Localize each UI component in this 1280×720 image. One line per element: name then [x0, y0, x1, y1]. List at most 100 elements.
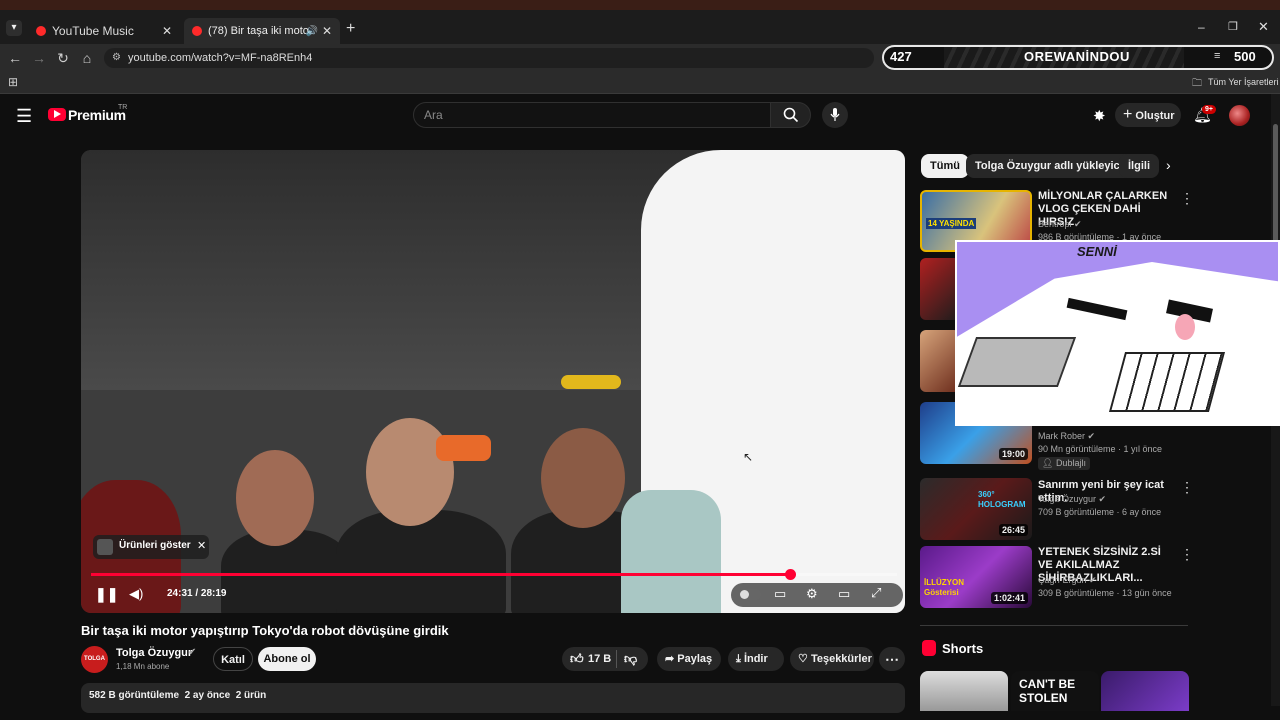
more-options-icon[interactable]: ⋮	[1180, 479, 1194, 496]
short-thumbnail[interactable]	[920, 671, 1008, 711]
recommendation-channel[interactable]: Mark Rober ✔	[1038, 431, 1095, 442]
show-products-chip[interactable]: Ürünleri göster ✕	[93, 535, 209, 559]
volume-icon[interactable]: ◀)	[129, 586, 143, 602]
recommendation-thumbnail[interactable]	[920, 258, 960, 320]
recommendation-meta: 709 B görüntüleme · 6 ay önce	[1038, 507, 1162, 517]
duration-badge: 26:45	[998, 524, 1028, 536]
autoplay-toggle[interactable]	[739, 589, 761, 600]
home-icon[interactable]: ⌂	[79, 50, 95, 66]
video-player[interactable]: Ürünleri göster ✕ ❚❚ ◀) 24:31 / 28:19 ▭ …	[81, 150, 905, 613]
gemini-sparkle-icon[interactable]: ✸	[1093, 107, 1106, 125]
tab-search-button[interactable]: ▾	[6, 20, 22, 36]
restore-button[interactable]: ❐	[1228, 20, 1238, 33]
chip-all[interactable]: Tümü	[921, 154, 969, 178]
window-close-button[interactable]: ✕	[1258, 19, 1269, 35]
subtitles-icon[interactable]: ▭	[774, 586, 786, 602]
mouse-cursor-icon: ↖	[743, 450, 754, 464]
divider	[920, 625, 1188, 626]
back-icon[interactable]: ←	[7, 50, 23, 66]
channel-avatar[interactable]: TOLGA	[81, 646, 108, 673]
short-thumbnail[interactable]	[1101, 671, 1189, 711]
cat-mousepad	[957, 337, 1077, 387]
recommendation-channel[interactable]: Bentropi ✔	[1038, 219, 1082, 230]
subscribe-button[interactable]: Abone ol	[258, 647, 316, 671]
pause-icon[interactable]: ❚❚	[95, 586, 118, 603]
thumbnail-text: 14 YAŞINDA	[926, 218, 977, 229]
recommendation-channel[interactable]: Çağrı Ergün ✔	[1038, 575, 1097, 586]
tab-youtube-music[interactable]: YouTube Music ✕	[28, 18, 180, 44]
forward-icon[interactable]: →	[31, 50, 47, 66]
video-frame-yellow-object	[561, 375, 621, 389]
tab-close-icon[interactable]: ✕	[322, 24, 332, 38]
youtube-logo-icon[interactable]	[48, 108, 66, 121]
video-frame-head	[236, 450, 314, 546]
overlay-label: SENNİ	[1077, 244, 1117, 259]
subscriber-count: 1,18 Mn abone	[116, 662, 170, 671]
chevron-right-icon[interactable]: ›	[1166, 157, 1171, 173]
share-button[interactable]: ➦ Paylaş	[657, 647, 721, 671]
like-button[interactable]: 👍︎	[570, 647, 584, 671]
shorts-heading: Shorts	[942, 641, 984, 656]
video-frame-head	[366, 418, 454, 526]
thumbnail-text: İLLÜZYON Gösterisi	[924, 578, 964, 597]
playlist-icon: ≡	[1214, 50, 1221, 62]
join-button[interactable]: Katıl	[213, 647, 253, 671]
like-count: 17 B	[588, 653, 612, 665]
reload-icon[interactable]: ↻	[55, 50, 71, 66]
recommendation-thumbnail[interactable]: İLLÜZYON Gösterisi 1:02:41	[920, 546, 1032, 608]
apps-grid-icon[interactable]: ⊞	[8, 75, 18, 89]
chip-label: Tümü	[930, 160, 960, 172]
download-button[interactable]: ⤓ İndir	[728, 647, 784, 671]
share-icon: ➦	[665, 653, 675, 665]
menu-icon[interactable]: ☰	[16, 106, 32, 127]
duration-badge: 1:02:41	[990, 592, 1028, 604]
search-input[interactable]: Ara	[413, 102, 771, 128]
video-frame-light-shirt	[621, 490, 721, 613]
more-options-icon[interactable]: ⋮	[1180, 190, 1194, 207]
dislike-button[interactable]: 👎︎	[624, 647, 637, 671]
more-options-icon[interactable]: ⋮	[1180, 546, 1194, 563]
bookmarks-bar: ⊞ 🗀 Tüm Yer İşaretleri	[0, 72, 1280, 94]
download-label: İndir	[743, 653, 768, 665]
thanks-button[interactable]: ♡ Teşekkürler	[790, 647, 874, 671]
youtube-music-favicon-icon	[36, 26, 46, 36]
overlay-name: OREWANİNDOU	[1024, 49, 1130, 64]
channel-name[interactable]: Tolga Özuygur	[116, 647, 192, 659]
progress-bar-fill	[91, 573, 790, 576]
dubbed-badge: 👤︎ Dublajlı	[1038, 457, 1090, 470]
create-button[interactable]: + Oluştur	[1115, 103, 1181, 127]
cat-paw	[1175, 314, 1195, 340]
recommendation-thumbnail[interactable]	[920, 330, 960, 392]
site-info-icon[interactable]: ⚙	[112, 48, 121, 68]
description-box[interactable]: 582 B görüntüleme 2 ay önce 2 ürün	[81, 683, 905, 713]
settings-gear-icon[interactable]: ⚙	[806, 586, 818, 602]
short-thumbnail[interactable]: CAN'T BE STOLEN	[1011, 671, 1099, 711]
chip-label: Tolga Özuygur adlı yükleyiciden	[975, 160, 1143, 172]
verified-icon: ✔	[188, 647, 197, 658]
tab-current-video[interactable]: (78) Bir taşa iki motor yapış 🔊 ✕	[184, 18, 340, 44]
recommendation-channel[interactable]: Tolga Özuygur ✔	[1038, 494, 1106, 505]
all-bookmarks-link[interactable]: Tüm Yer İşaretleri	[1208, 77, 1279, 87]
like-dislike-group: 👍︎ 17 B 👎︎	[562, 647, 648, 671]
theater-mode-icon[interactable]: ▭	[838, 586, 850, 602]
subscribe-label: Abone ol	[263, 653, 311, 665]
recommendation-thumbnail[interactable]: 360° HOLOGRAM 26:45	[920, 478, 1032, 540]
progress-scrubber[interactable]	[785, 569, 796, 580]
more-actions-button[interactable]: ⋯	[879, 647, 905, 671]
description-meta: 582 B görüntüleme 2 ay önce 2 ürün	[89, 690, 267, 701]
chip-related[interactable]: İlgili	[1119, 154, 1159, 178]
avatar[interactable]	[1229, 105, 1250, 126]
new-tab-button[interactable]: +	[346, 20, 355, 38]
url-field[interactable]: ⚙ youtube.com/watch?v=MF-na8REnh4	[104, 48, 874, 68]
thanks-icon: ♡	[798, 653, 808, 665]
minimize-button[interactable]: –	[1198, 20, 1205, 34]
close-icon[interactable]: ✕	[197, 539, 206, 552]
voice-search-button[interactable]	[822, 102, 848, 128]
overlay-right-number: 500	[1234, 49, 1256, 64]
search-button[interactable]	[770, 102, 811, 128]
speaker-icon[interactable]: 🔊	[306, 26, 318, 37]
duration-badge: 19:00	[998, 448, 1028, 460]
fullscreen-icon[interactable]: ⤢	[871, 585, 881, 601]
tab-close-icon[interactable]: ✕	[162, 24, 172, 38]
recommendation-meta: 309 B görüntüleme · 13 gün önce	[1038, 588, 1172, 598]
